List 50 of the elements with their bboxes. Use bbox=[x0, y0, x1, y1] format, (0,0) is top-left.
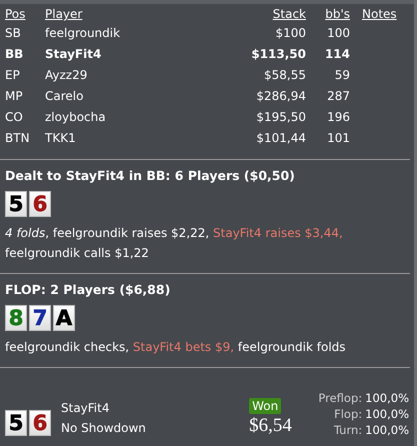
equity-value: 100,0% bbox=[365, 423, 409, 437]
table-cell-text: MP bbox=[5, 88, 24, 105]
table-cell-text: 287 bbox=[326, 88, 350, 105]
table-cell-text: $101,44 bbox=[255, 130, 306, 147]
column-header[interactable]: bb's bbox=[306, 6, 350, 22]
playing-card: 8 bbox=[5, 305, 27, 331]
action-text: 4 folds, feelgroundik raises $2,22, StayFit4 raises $3,44, feelgroundik calls $1,22 bbox=[5, 225, 344, 262]
column-header[interactable]: Player bbox=[45, 6, 236, 22]
playing-card: A bbox=[53, 305, 75, 331]
table-cell-text: SB bbox=[5, 25, 22, 42]
column-header[interactable]: Stack bbox=[236, 6, 306, 22]
table-cell-text: CO bbox=[5, 109, 24, 126]
equity-value: 100,0% bbox=[365, 407, 409, 421]
table-cell-text: zloybocha bbox=[45, 109, 107, 126]
column-header[interactable]: Pos bbox=[5, 6, 45, 22]
won-amount: $6,54 bbox=[249, 414, 292, 438]
equity-label: Flop: bbox=[334, 407, 362, 421]
table-cell-text: BTN bbox=[5, 130, 31, 147]
table-cell-text: $286,94 bbox=[255, 88, 306, 105]
table-cell-text: $100 bbox=[274, 25, 306, 42]
column-header[interactable]: Notes bbox=[350, 6, 402, 22]
playing-card: 6 bbox=[29, 191, 51, 217]
table-cell-text: 59 bbox=[334, 67, 350, 84]
table-cell-text: 101 bbox=[326, 130, 350, 147]
table-cell-text: 100 bbox=[326, 25, 350, 42]
equity-value: 100,0% bbox=[365, 391, 409, 405]
table-cell-text: $58,55 bbox=[263, 67, 306, 84]
table-cell-text: $113,50 bbox=[250, 46, 306, 63]
action-text: feelgroundik checks, StayFit4 bets $9, feelgroundik folds bbox=[5, 339, 347, 356]
table-cell-text: TKK1 bbox=[45, 130, 77, 147]
playing-card: 6 bbox=[29, 410, 51, 436]
table-cell-text: EP bbox=[5, 67, 21, 84]
table-cell-text: 196 bbox=[326, 109, 350, 126]
table-cell-text: feelgroundik bbox=[45, 25, 122, 42]
won-badge: Won bbox=[249, 398, 282, 414]
table-cell-text: 114 bbox=[324, 46, 350, 63]
playing-card: 5 bbox=[5, 410, 27, 436]
player-name: StayFit4 bbox=[61, 400, 110, 417]
table-cell-text: Ayzz29 bbox=[45, 67, 88, 84]
table-cell-text: StayFit4 bbox=[45, 46, 102, 63]
equity-label: Preflop: bbox=[318, 391, 362, 405]
table-cell-text: $195,50 bbox=[255, 109, 306, 126]
street-title: FLOP: 2 Players ($6,88) bbox=[5, 282, 172, 297]
playing-card: 7 bbox=[29, 305, 51, 331]
table-cell-text: Carelo bbox=[45, 88, 84, 105]
street-title: Dealt to StayFit4 in BB: 6 Players ($0,50) bbox=[5, 168, 296, 183]
playing-card: 5 bbox=[5, 191, 27, 217]
table-cell-text: BB bbox=[5, 46, 24, 63]
result-text: No Showdown bbox=[61, 420, 147, 437]
equity-label: Turn: bbox=[334, 423, 362, 437]
